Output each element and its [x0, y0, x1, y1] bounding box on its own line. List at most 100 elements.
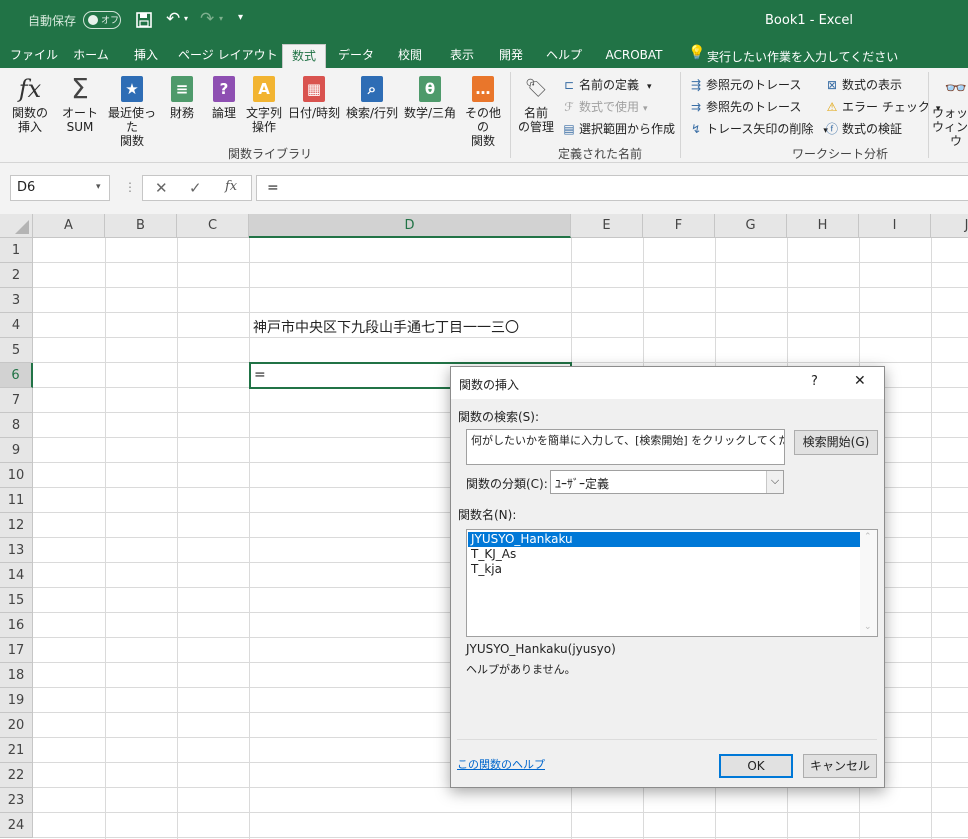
cancel-icon[interactable]: ✕ — [155, 179, 168, 197]
column-header-a[interactable]: A — [33, 214, 105, 238]
undo-dropdown-icon[interactable]: ▾ — [184, 14, 188, 23]
column-header-c[interactable]: C — [177, 214, 249, 238]
define-name-dropdown-icon[interactable]: ▾ — [647, 82, 652, 92]
column-header-f[interactable]: F — [643, 214, 715, 238]
function-item-t-kj-as[interactable]: T_KJ_As — [468, 547, 860, 562]
ok-button[interactable]: OK — [719, 754, 793, 778]
logical-button[interactable]: ? 論理 — [206, 74, 242, 120]
column-header-b[interactable]: B — [105, 214, 177, 238]
close-icon[interactable]: ✕ — [854, 373, 866, 389]
recent-functions-button[interactable]: ★ 最近使った 関数 — [104, 74, 160, 148]
row-header[interactable]: 11 — [0, 488, 33, 513]
text-button[interactable]: A 文字列 操作 — [244, 74, 284, 134]
name-box[interactable]: D6 — [10, 175, 110, 201]
scroll-up-icon[interactable]: ⌃ — [864, 532, 872, 542]
customize-qat-icon[interactable]: ▾ — [238, 12, 243, 23]
more-functions-button[interactable]: … その他の 関数 — [460, 74, 506, 148]
name-box-dropdown-icon[interactable]: ▾ — [96, 182, 101, 192]
scroll-down-icon[interactable]: ⌄ — [864, 622, 872, 632]
define-name-button[interactable]: ⊏ 名前の定義 ▾ — [561, 76, 652, 96]
column-header-h[interactable]: H — [787, 214, 859, 238]
tab-view[interactable]: 表示 — [440, 44, 484, 68]
row-header[interactable]: 20 — [0, 713, 33, 738]
lookup-button[interactable]: ⌕ 検索/行列 — [344, 74, 400, 120]
row-header[interactable]: 21 — [0, 738, 33, 763]
undo-icon[interactable]: ↶ — [166, 9, 180, 29]
name-manager-button[interactable]: 🏷 名前 の管理 — [514, 74, 558, 135]
tab-page-layout[interactable]: ページ レイアウト — [178, 44, 278, 68]
column-header-j[interactable]: J — [931, 214, 968, 238]
column-header-d[interactable]: D — [249, 214, 571, 238]
row-header[interactable]: 17 — [0, 638, 33, 663]
row-header[interactable]: 18 — [0, 663, 33, 688]
tab-developer[interactable]: 開発 — [489, 44, 533, 68]
formula-input[interactable]: = — [256, 175, 968, 201]
enter-icon[interactable]: ✓ — [189, 179, 202, 197]
column-header-i[interactable]: I — [859, 214, 931, 238]
watch-window-label: ウォッチ ウィンドウ — [932, 106, 968, 148]
row-header[interactable]: 4 — [0, 313, 33, 338]
tab-insert[interactable]: 挿入 — [124, 44, 168, 68]
column-header-e[interactable]: E — [571, 214, 643, 238]
trace-dependents-button[interactable]: ⇉ 参照先のトレース — [688, 98, 801, 116]
function-help-link[interactable]: この関数のヘルプ — [457, 756, 545, 772]
insert-function-fx-icon[interactable]: fx — [225, 179, 237, 194]
watch-window-button[interactable]: 👓 ウォッチ ウィンドウ — [932, 74, 968, 149]
row-header[interactable]: 14 — [0, 563, 33, 588]
row-header[interactable]: 9 — [0, 438, 33, 463]
datetime-button[interactable]: ▦ 日付/時刻 — [286, 74, 342, 120]
chevron-down-icon[interactable]: ⌵ — [766, 471, 783, 493]
row-header[interactable]: 23 — [0, 788, 33, 813]
row-header[interactable]: 16 — [0, 613, 33, 638]
row-header[interactable]: 15 — [0, 588, 33, 613]
row-header[interactable]: 22 — [0, 763, 33, 788]
row-header[interactable]: 7 — [0, 388, 33, 413]
listbox-scrollbar[interactable]: ⌃ ⌄ — [860, 530, 877, 636]
financial-button[interactable]: ≡ 財務 — [164, 74, 200, 120]
function-listbox[interactable]: JYUSYO_Hankaku T_KJ_As T_kja ⌃ ⌄ — [466, 529, 878, 637]
tab-formulas[interactable]: 数式 — [282, 44, 326, 68]
tab-help[interactable]: ヘルプ — [541, 44, 587, 68]
save-icon[interactable] — [136, 12, 152, 28]
tab-acrobat[interactable]: ACROBAT — [598, 44, 670, 68]
create-from-selection-button[interactable]: ▤ 選択範囲から作成 — [561, 120, 675, 138]
help-icon[interactable]: ? — [811, 374, 818, 389]
tell-me-input[interactable]: 実行したい作業を入力してください — [707, 48, 898, 65]
row-header[interactable]: 12 — [0, 513, 33, 538]
function-item-t-kja[interactable]: T_kja — [468, 562, 860, 577]
row-header[interactable]: 5 — [0, 338, 33, 363]
tab-review[interactable]: 校閲 — [388, 44, 432, 68]
gridline — [105, 238, 106, 839]
category-select[interactable]: ﾕｰｻﾞｰ定義 ⌵ — [550, 470, 784, 494]
autosum-button[interactable]: Σ オート SUM — [58, 74, 102, 135]
row-header[interactable]: 10 — [0, 463, 33, 488]
row-header[interactable]: 19 — [0, 688, 33, 713]
function-item-jyusyo-hankaku[interactable]: JYUSYO_Hankaku — [468, 532, 860, 547]
evaluate-formula-button[interactable]: ⓕ 数式の検証 — [824, 120, 902, 138]
show-formulas-button[interactable]: ⊠ 数式の表示 — [824, 76, 902, 94]
insert-function-button[interactable]: fx 関数の 挿入 — [8, 74, 52, 134]
cell-d4[interactable]: 神戸市中央区下九段山手通七丁目一一三〇 — [253, 317, 519, 337]
tab-home[interactable]: ホーム — [66, 44, 116, 68]
error-checking-button[interactable]: ⚠ エラー チェック ▾ — [824, 98, 941, 118]
cancel-button[interactable]: キャンセル — [803, 754, 877, 778]
remove-arrows-button[interactable]: ↯ トレース矢印の削除 ▾ — [688, 120, 828, 140]
tab-file[interactable]: ファイル — [8, 44, 60, 68]
row-header[interactable]: 24 — [0, 813, 33, 838]
search-start-button[interactable]: 検索開始(G) — [794, 430, 878, 455]
select-all-corner[interactable] — [0, 214, 33, 238]
column-header-g[interactable]: G — [715, 214, 787, 238]
row-header[interactable]: 6 — [0, 363, 33, 388]
tab-data[interactable]: データ — [334, 44, 378, 68]
row-header[interactable]: 3 — [0, 288, 33, 313]
row-header[interactable]: 2 — [0, 263, 33, 288]
math-button[interactable]: θ 数学/三角 — [402, 74, 458, 120]
search-input[interactable]: 何がしたいかを簡単に入力して、[検索開始] をクリックしてください。 — [466, 429, 785, 465]
row-header[interactable]: 8 — [0, 413, 33, 438]
row-header[interactable]: 1 — [0, 238, 33, 263]
row-header[interactable]: 13 — [0, 538, 33, 563]
trace-precedents-button[interactable]: ⇶ 参照元のトレース — [688, 76, 801, 94]
drag-handle-icon[interactable]: ⋮ — [124, 180, 136, 194]
autosave-toggle[interactable]: オフ — [83, 11, 121, 29]
math-label: 数学/三角 — [403, 106, 457, 120]
